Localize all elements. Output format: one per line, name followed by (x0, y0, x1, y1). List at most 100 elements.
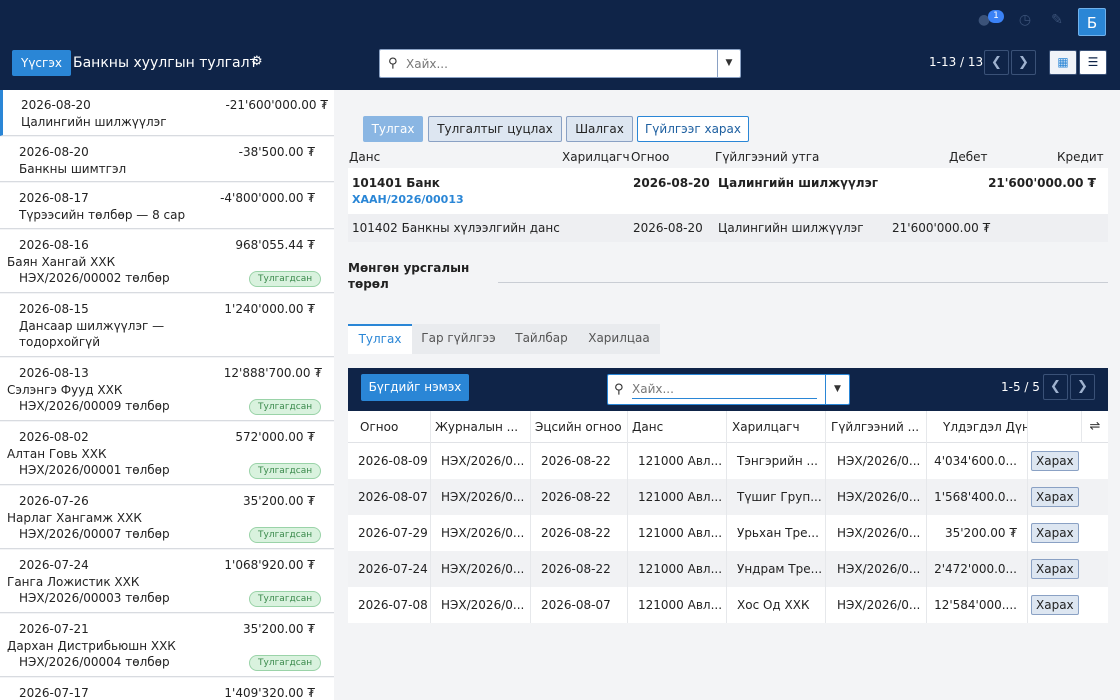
line-account: 101402 Банкны хүлээлгийн данс (352, 221, 560, 235)
status-badge: Тулгагдсан (249, 271, 322, 287)
th-journal[interactable]: Журналын ... (431, 411, 531, 443)
sub-prev-page-button[interactable]: ❮ (1043, 374, 1068, 400)
status-badge: Тулгагдсан (249, 591, 322, 607)
tab-partner[interactable]: Харилцаа (578, 324, 660, 354)
statement-card[interactable]: 2026-08-15 1'240'000.00 ₮ Дансаар шилжүү… (0, 294, 334, 357)
line-credit: 21'600'000.00 ₮ (988, 176, 1096, 190)
check-button[interactable]: Шалгах (566, 116, 633, 142)
statement-ref: НЭХ/2026/00004 төлбөр (19, 655, 170, 669)
create-button[interactable]: Үүсгэх (12, 50, 71, 76)
line-account: 101401 Банк (352, 176, 440, 190)
next-page-button[interactable]: ❯ (1011, 50, 1036, 75)
line-date: 2026-08-20 (633, 221, 703, 235)
sub-search-input[interactable] (632, 380, 817, 399)
tab-manual-move[interactable]: Гар гүйлгээ (412, 324, 505, 354)
line-ref-link[interactable]: ХААН/2026/00013 (352, 193, 464, 206)
view-button[interactable]: Харах (1031, 487, 1079, 507)
col-partner: Харилцагч (562, 150, 630, 164)
tab-reconcile[interactable]: Тулгах (348, 324, 412, 354)
prev-page-button[interactable]: ❮ (984, 50, 1009, 75)
th-partner[interactable]: Харилцагч (727, 411, 826, 443)
statement-card[interactable]: 2026-08-16 968'055.44 ₮ Баян Хангай ХХК … (0, 230, 334, 293)
view-moves-button[interactable]: Гүйлгээг харах (637, 116, 749, 142)
statement-amount: 35'200.00 ₮ (242, 622, 315, 636)
table-row[interactable]: 2026-08-07 НЭХ/2026/0... 2026-08-22 1210… (348, 479, 1108, 515)
search-options-toggle[interactable]: ▼ (717, 50, 740, 77)
statement-label-cont: тодорхойгүй (19, 335, 101, 349)
statement-date: 2026-07-21 (19, 622, 89, 636)
statement-amount: 35'200.00 ₮ (242, 494, 315, 508)
statement-amount: -38'500.00 ₮ (238, 145, 315, 159)
column-settings-icon[interactable]: ⇌ (1082, 411, 1108, 443)
gear-icon[interactable]: ⚙ (251, 54, 263, 69)
statement-card[interactable]: 2026-08-02 572'000.00 ₮ Алтан Говь ХХК Н… (0, 422, 334, 485)
reconcile-button[interactable]: Тулгах (363, 116, 423, 142)
kanban-view-button[interactable]: ▦ (1049, 50, 1077, 75)
statement-date: 2026-07-26 (19, 494, 89, 508)
statement-amount: 1'409'320.00 ₮ (224, 686, 315, 700)
tab-note[interactable]: Тайлбар (505, 324, 578, 354)
statement-card[interactable]: 2026-07-21 35'200.00 ₮ Дархан Дистрибьюш… (0, 614, 334, 677)
sub-pager-value[interactable]: 1-5 / 5 (1001, 380, 1040, 394)
statement-ref: НЭХ/2026/00002 төлбөр (19, 271, 170, 285)
table-row[interactable]: 2026-07-29 НЭХ/2026/0... 2026-08-22 1210… (348, 515, 1108, 551)
status-badge: Тулгагдсан (249, 527, 322, 543)
col-account: Данс (349, 150, 381, 164)
wrench-icon[interactable]: ✎ (1049, 12, 1065, 28)
statement-date: 2026-07-17 (19, 686, 89, 700)
th-actions (1028, 411, 1082, 443)
statement-date: 2026-08-16 (19, 238, 89, 252)
user-avatar[interactable]: Б (1078, 8, 1106, 36)
statement-partner: Дархан Дистрибьюшн ХХК (7, 639, 176, 653)
line-label: Цалингийн шилжүүлэг (718, 176, 878, 190)
statement-ref: НЭХ/2026/00001 төлбөр (19, 463, 170, 477)
statement-card[interactable]: 2026-08-20 -38'500.00 ₮ Банкны шимтгэл (0, 137, 334, 182)
search-box: ⚲ ▼ (379, 49, 741, 78)
statement-amount: 572'000.00 ₮ (235, 430, 315, 444)
th-account[interactable]: Данс (628, 411, 727, 443)
table-row[interactable]: 2026-07-08 НЭХ/2026/0... 2026-08-07 1210… (348, 587, 1108, 623)
statement-label: Банкны шимтгэл (19, 162, 127, 176)
search-icon: ⚲ (388, 56, 398, 71)
cancel-reconcile-button[interactable]: Тулгалтыг цуцлах (428, 116, 562, 142)
add-all-button[interactable]: Бүгдийг нэмэх (361, 374, 469, 401)
line-row-bank[interactable]: 101401 Банк ХААН/2026/00013 2026-08-20 Ц… (348, 168, 1108, 214)
view-button[interactable]: Харах (1031, 559, 1079, 579)
view-button[interactable]: Харах (1031, 523, 1079, 543)
statement-date: 2026-08-02 (19, 430, 89, 444)
statement-card[interactable]: 2026-08-17 -4'800'000.00 ₮ Түрээсийн төл… (0, 183, 334, 229)
statement-card[interactable]: 2026-07-17 1'409'320.00 ₮ (0, 678, 334, 700)
th-due-date[interactable]: Эцсийн огноо (531, 411, 628, 443)
statement-card[interactable]: 2026-07-26 35'200.00 ₮ Нарлаг Хангамж ХХ… (0, 486, 334, 549)
line-debit: 21'600'000.00 ₮ (892, 221, 991, 235)
statement-label: Түрээсийн төлбөр — 8 сар (19, 208, 186, 222)
statement-card[interactable]: 2026-08-20 -21'600'000.00 ₮ Цалингийн ши… (0, 90, 334, 136)
statement-partner: Алтан Говь ХХК (7, 447, 107, 461)
search-input[interactable] (406, 55, 706, 73)
th-date[interactable]: Огноо (348, 411, 431, 443)
cash-flow-type-field[interactable] (498, 282, 1108, 283)
line-row-suspense[interactable]: 101402 Банкны хүлээлгийн данс 2026-08-20… (348, 214, 1108, 242)
statement-amount: 1'240'000.00 ₮ (224, 302, 315, 316)
pager-value[interactable]: 1-13 / 13 (929, 55, 983, 69)
table-row[interactable]: 2026-08-09 НЭХ/2026/0... 2026-08-22 1210… (348, 443, 1108, 479)
sub-next-page-button[interactable]: ❯ (1070, 374, 1095, 400)
list-view-button[interactable]: ☰ (1079, 50, 1107, 75)
statement-date: 2026-08-13 (19, 366, 89, 380)
statement-ref: НЭХ/2026/00009 төлбөр (19, 399, 170, 413)
view-button[interactable]: Харах (1031, 451, 1079, 471)
statement-card[interactable]: 2026-07-24 1'068'920.00 ₮ Ганга Ложистик… (0, 550, 334, 613)
statement-amount: -21'600'000.00 ₮ (225, 98, 328, 112)
table-row[interactable]: 2026-07-24 НЭХ/2026/0... 2026-08-22 1210… (348, 551, 1108, 587)
statement-ref: НЭХ/2026/00003 төлбөр (19, 591, 170, 605)
statement-date: 2026-07-24 (19, 558, 89, 572)
statement-card[interactable]: 2026-08-13 12'888'700.00 ₮ Сэлэнгэ Фууд … (0, 358, 334, 421)
th-move-label[interactable]: Гүйлгээний ... (826, 411, 927, 443)
control-panel: Үүсгэх Банкны хуулгын тулгалт ⚙ ⚲ ▼ 1-13… (0, 42, 1120, 90)
line-date: 2026-08-20 (633, 176, 710, 190)
sub-search-options-toggle[interactable]: ▼ (825, 375, 849, 404)
clock-icon[interactable]: ◷ (1017, 12, 1033, 28)
notification-badge: 1 (988, 10, 1004, 23)
th-residual[interactable]: Үлдэгдэл Дүн (927, 411, 1028, 443)
view-button[interactable]: Харах (1031, 595, 1079, 615)
